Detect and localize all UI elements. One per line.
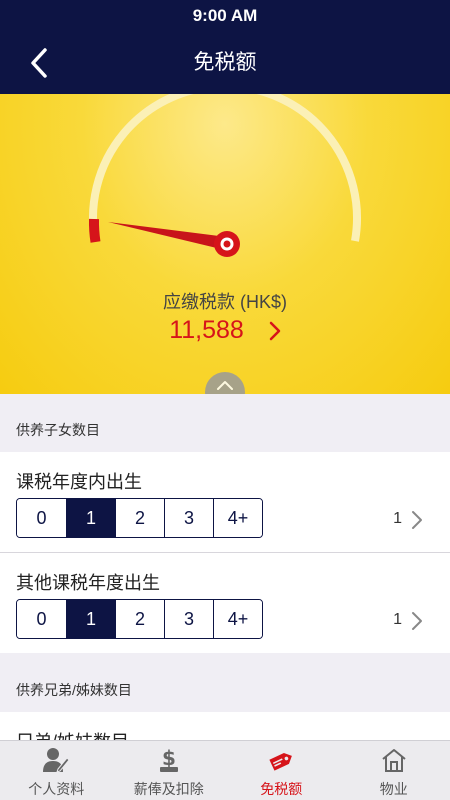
chevron-right-icon [269,322,281,341]
gauge-arc [89,94,361,242]
count-selector: 0 1 2 3 4+ [16,498,263,538]
tab-property[interactable]: 物业 [338,741,450,800]
tax-payable-value: 11,588 [169,316,244,344]
option-3[interactable]: 3 [164,499,213,537]
tax-gauge-panel: 应缴税款 (HK$) 11,588 [0,94,450,394]
option-0[interactable]: 0 [17,499,66,537]
dollar-doc-icon: $ [159,747,178,772]
option-4-plus[interactable]: 4+ [213,499,262,537]
siblings-section-header: 供养兄弟/姊妹数目 [0,654,450,712]
chevron-right-icon[interactable] [410,509,424,531]
option-1[interactable]: 1 [66,600,115,638]
chevron-up-icon [217,381,233,390]
page-title: 免税额 [193,51,257,74]
chevron-right-icon[interactable] [410,610,424,632]
count-selector: 0 1 2 3 4+ [16,599,263,639]
row-title: 兄弟/姊妹数目 [16,728,129,740]
option-3[interactable]: 3 [164,600,213,638]
house-icon [382,749,406,772]
row-title: 课税年度内出生 [16,472,142,492]
status-time: 9:00 AM [192,6,258,25]
children-born-other-years-row: 其他课税年度出生 0 1 2 3 4+ 1 [0,553,450,653]
person-edit-icon [43,748,70,773]
tax-payable-label: 应缴税款 (HK$) [162,292,287,312]
row-value: 1 [393,510,402,527]
tax-tag-icon [269,753,293,771]
chevron-left-icon [31,48,47,78]
tab-allowances[interactable]: 免税额 [225,741,338,800]
tab-label: 个人资料 [28,781,85,797]
option-2[interactable]: 2 [115,600,164,638]
back-button[interactable] [22,46,56,80]
collapse-button[interactable] [205,372,245,394]
gauge [88,94,361,257]
tab-bar: 个人资料 $ 薪俸及扣除 免税额 物业 [0,740,450,800]
tax-payable-link[interactable]: 11,588 [0,316,450,345]
svg-text:$: $ [162,747,176,770]
siblings-count-row: 兄弟/姊妹数目 [0,712,450,740]
tab-label: 薪俸及扣除 [133,781,204,797]
option-4-plus[interactable]: 4+ [213,600,262,638]
tab-label: 物业 [379,781,408,797]
children-born-this-year-row: 课税年度内出生 0 1 2 3 4+ 1 [0,452,450,552]
gauge-redzone [88,218,101,243]
gauge-needle [108,222,227,250]
row-value: 1 [393,611,402,628]
status-bar: 9:00 AM [0,0,450,32]
option-1[interactable]: 1 [66,499,115,537]
option-2[interactable]: 2 [115,499,164,537]
children-section-header: 供养子女数目 [0,394,450,452]
tab-label: 免税额 [260,781,303,797]
option-0[interactable]: 0 [17,600,66,638]
tab-salary-deductions[interactable]: $ 薪俸及扣除 [113,741,226,800]
nav-bar: 免税额 [0,32,450,94]
row-title: 其他课税年度出生 [16,573,160,593]
tab-personal-info[interactable]: 个人资料 [0,741,113,800]
